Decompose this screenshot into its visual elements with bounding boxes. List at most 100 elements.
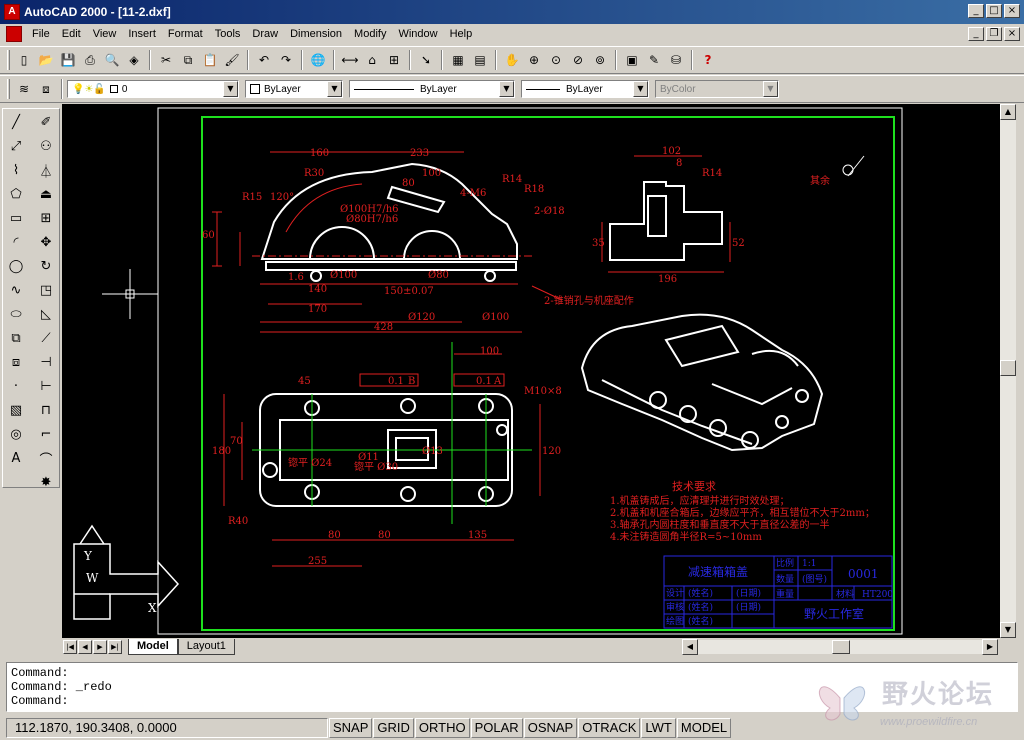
close-button[interactable]: ×	[1004, 4, 1020, 18]
erase-icon[interactable]: ✐	[35, 111, 57, 133]
database-icon[interactable]: ⛁	[665, 49, 687, 71]
menu-format[interactable]: Format	[162, 24, 209, 44]
design-center-icon[interactable]: ▤	[469, 49, 491, 71]
mirror-icon[interactable]: ⏃	[35, 159, 57, 181]
polyline-icon[interactable]: ⌇	[5, 159, 27, 181]
tab-model[interactable]: Model	[128, 639, 178, 655]
chamfer-icon[interactable]: ⌐	[35, 423, 57, 445]
dropdown-arrow-icon[interactable]: ▼	[633, 81, 648, 97]
pick-icon[interactable]: ➘	[415, 49, 437, 71]
undo-icon[interactable]: ↶	[253, 49, 275, 71]
save-icon[interactable]: 💾	[57, 49, 79, 71]
dropdown-arrow-icon[interactable]: ▼	[499, 81, 514, 97]
last-tab-icon[interactable]: ▶|	[108, 640, 122, 654]
maximize-button[interactable]: □	[986, 4, 1002, 18]
redo-icon[interactable]: ↷	[275, 49, 297, 71]
calculator-icon[interactable]: ▣	[621, 49, 643, 71]
print-preview-icon[interactable]: 🔍	[101, 49, 123, 71]
extend-icon[interactable]: ⊢	[35, 375, 57, 397]
scroll-up-icon[interactable]: ▲	[1000, 104, 1016, 120]
cut-icon[interactable]: ✂	[155, 49, 177, 71]
doc-minimize-button[interactable]: _	[968, 27, 984, 41]
drawing-canvas[interactable]: W X Y 160 233 100 80 R15 R30 R18 R14 4-M…	[62, 104, 1000, 638]
vertical-scrollbar[interactable]: ▲ ▼	[1000, 104, 1016, 638]
dropdown-arrow-icon[interactable]: ▼	[327, 81, 342, 97]
scroll-left-icon[interactable]: ◀	[682, 639, 698, 655]
menu-window[interactable]: Window	[392, 24, 443, 44]
dropdown-arrow-icon[interactable]: ▼	[223, 81, 238, 97]
menu-draw[interactable]: Draw	[246, 24, 284, 44]
new-file-icon[interactable]: ▯	[13, 49, 35, 71]
rotate-icon[interactable]: ↻	[35, 255, 57, 277]
hatch-icon[interactable]: ▧	[5, 399, 27, 421]
lineweight-dropdown[interactable]: ByLayer ▼	[521, 80, 649, 98]
pan-icon[interactable]: ✋	[501, 49, 523, 71]
make-current-layer-icon[interactable]: ⧈	[35, 78, 57, 100]
menu-help[interactable]: Help	[444, 24, 479, 44]
lwt-toggle[interactable]: LWT	[641, 718, 676, 738]
properties-icon[interactable]: ▦	[447, 49, 469, 71]
tool-palette-icon[interactable]: ✎	[643, 49, 665, 71]
help-icon[interactable]: ?	[697, 49, 719, 71]
linetype-dropdown[interactable]: ByLayer ▼	[349, 80, 515, 98]
tab-layout1[interactable]: Layout1	[177, 639, 235, 655]
menu-modify[interactable]: Modify	[348, 24, 392, 44]
arc-icon[interactable]: ◜	[5, 231, 27, 253]
menu-insert[interactable]: Insert	[122, 24, 162, 44]
first-tab-icon[interactable]: |◀	[63, 640, 77, 654]
fillet-icon[interactable]: ⌒	[35, 447, 57, 469]
snap-from-icon[interactable]: ⟷	[339, 49, 361, 71]
vertical-scroll-thumb[interactable]	[1000, 360, 1016, 376]
insert-block-icon[interactable]: ⧉	[5, 327, 27, 349]
point-icon[interactable]: ·	[5, 375, 27, 397]
lengthen-icon[interactable]: ⟋	[35, 327, 57, 349]
spline-icon[interactable]: ∿	[5, 279, 27, 301]
doc-restore-button[interactable]: ❐	[986, 27, 1002, 41]
match-properties-icon[interactable]: 🖌	[221, 49, 243, 71]
rectangle-icon[interactable]: ▭	[5, 207, 27, 229]
layer-dropdown[interactable]: 💡 ☀ 🔓 0 ▼	[67, 80, 239, 98]
open-folder-icon[interactable]: 📂	[35, 49, 57, 71]
break-icon[interactable]: ⊓	[35, 399, 57, 421]
zoom-previous-icon[interactable]: ⊘	[567, 49, 589, 71]
snap-toggle[interactable]: SNAP	[329, 718, 373, 738]
print-icon[interactable]: ⎙	[79, 49, 101, 71]
polygon-icon[interactable]: ⬠	[5, 183, 27, 205]
scale-icon[interactable]: ◳	[35, 279, 57, 301]
horizontal-scrollbar[interactable]: ◀ ▶	[682, 639, 998, 655]
horizontal-scroll-thumb[interactable]	[832, 640, 850, 654]
ortho-toggle[interactable]: ORTHO	[414, 718, 470, 738]
offset-icon[interactable]: ⏏	[35, 183, 57, 205]
explode-icon[interactable]: ✸	[35, 471, 57, 493]
ucs-icon[interactable]: ⌂	[361, 49, 383, 71]
array-icon[interactable]: ⊞	[35, 207, 57, 229]
region-icon[interactable]: ◎	[5, 423, 27, 445]
menu-tools[interactable]: Tools	[209, 24, 247, 44]
document-icon[interactable]	[6, 26, 22, 42]
zoom-extents-icon[interactable]: ⊚	[589, 49, 611, 71]
model-toggle[interactable]: MODEL	[676, 718, 732, 738]
ellipse-icon[interactable]: ⬭	[5, 303, 27, 325]
copy-icon[interactable]: ⧉	[177, 49, 199, 71]
multiline-text-icon[interactable]: A	[5, 447, 27, 469]
move-icon[interactable]: ✥	[35, 231, 57, 253]
circle-icon[interactable]: ◯	[5, 255, 27, 277]
layer-manager-icon[interactable]: ≋	[13, 78, 35, 100]
copy-object-icon[interactable]: ⚇	[35, 135, 57, 157]
color-dropdown[interactable]: ByLayer ▼	[245, 80, 343, 98]
menu-view[interactable]: View	[87, 24, 123, 44]
menu-edit[interactable]: Edit	[56, 24, 87, 44]
menu-file[interactable]: File	[26, 24, 56, 44]
scroll-right-icon[interactable]: ▶	[982, 639, 998, 655]
grid-toggle[interactable]: GRID	[373, 718, 414, 738]
scroll-down-icon[interactable]: ▼	[1000, 622, 1016, 638]
polar-toggle[interactable]: POLAR	[470, 718, 523, 738]
osnap-toggle[interactable]: OSNAP	[523, 718, 578, 738]
make-block-icon[interactable]: ⧈	[5, 351, 27, 373]
zoom-realtime-icon[interactable]: ⊕	[523, 49, 545, 71]
zoom-window-icon[interactable]: ⊙	[545, 49, 567, 71]
named-views-icon[interactable]: ⊞	[383, 49, 405, 71]
publish-icon[interactable]: ◈	[123, 49, 145, 71]
minimize-button[interactable]: _	[968, 4, 984, 18]
stretch-icon[interactable]: ◺	[35, 303, 57, 325]
